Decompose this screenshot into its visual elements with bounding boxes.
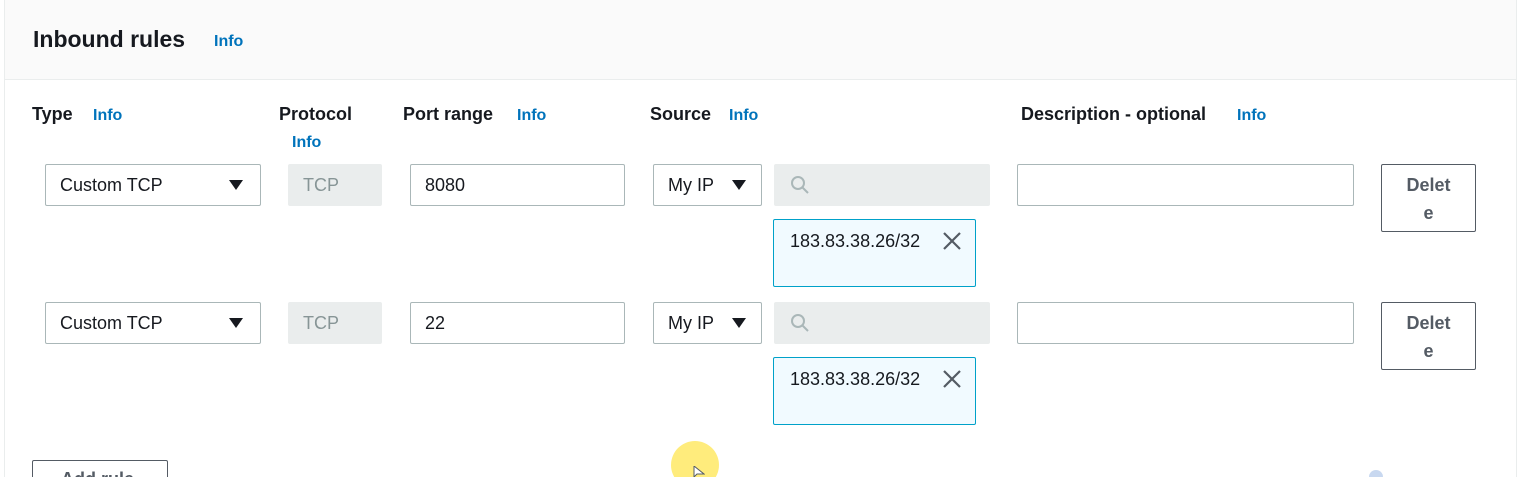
type-select[interactable]: Custom TCP (45, 302, 261, 344)
source-info-link[interactable]: Info (729, 107, 758, 125)
inbound-rules-panel: Inbound rules Info (4, 0, 1517, 477)
delete-rule-button[interactable]: Delete (1381, 164, 1476, 232)
protocol-value: TCP (303, 312, 339, 333)
pointer-icon (693, 466, 705, 477)
panel-header: Inbound rules Info (5, 0, 1516, 80)
delete-rule-button[interactable]: Delete (1381, 302, 1476, 370)
port-range-value: 22 (425, 312, 446, 333)
description-input[interactable] (1017, 302, 1354, 344)
source-type-select[interactable]: My IP (653, 302, 762, 344)
close-icon[interactable] (941, 230, 963, 252)
source-type-value: My IP (668, 312, 715, 333)
search-icon (791, 176, 809, 194)
source-type-select[interactable]: My IP (653, 164, 762, 206)
column-header-type: Type (32, 104, 73, 124)
port-range-input[interactable]: 8080 (410, 164, 625, 206)
port-range-value: 8080 (425, 174, 466, 195)
type-select-value: Custom TCP (60, 174, 163, 195)
type-info-link[interactable]: Info (93, 107, 122, 125)
add-rule-button[interactable]: Add rule (32, 460, 168, 477)
protocol-field: TCP (288, 302, 382, 344)
column-header-port-range: Port range (403, 104, 494, 124)
port-range-input[interactable]: 22 (410, 302, 625, 344)
caret-down-icon (732, 180, 746, 190)
source-token-label: 183.83.38.26/32 (790, 231, 921, 251)
column-header-protocol: Protocol (279, 104, 353, 124)
source-token: 183.83.38.26/32 (773, 357, 976, 425)
close-icon[interactable] (941, 368, 963, 390)
source-type-value: My IP (668, 174, 715, 195)
scroll-indicator (1369, 470, 1383, 477)
type-select-value: Custom TCP (60, 312, 163, 333)
caret-down-icon (229, 318, 243, 328)
caret-down-icon (229, 180, 243, 190)
type-select[interactable]: Custom TCP (45, 164, 261, 206)
source-search-input[interactable] (774, 164, 990, 206)
protocol-field: TCP (288, 164, 382, 206)
port-range-info-link[interactable]: Info (517, 107, 546, 125)
source-token-label: 183.83.38.26/32 (790, 369, 921, 389)
column-header-source: Source (650, 104, 712, 124)
description-input[interactable] (1017, 164, 1354, 206)
protocol-value: TCP (303, 174, 339, 195)
protocol-info-link[interactable]: Info (292, 134, 321, 152)
title-info-link[interactable]: Info (214, 33, 243, 51)
source-search-input[interactable] (774, 302, 990, 344)
caret-down-icon (732, 318, 746, 328)
description-info-link[interactable]: Info (1237, 107, 1266, 125)
page-title: Inbound rules (33, 26, 186, 52)
search-icon (791, 314, 809, 332)
source-token: 183.83.38.26/32 (773, 219, 976, 287)
column-header-description: Description - optional (1021, 104, 1207, 124)
